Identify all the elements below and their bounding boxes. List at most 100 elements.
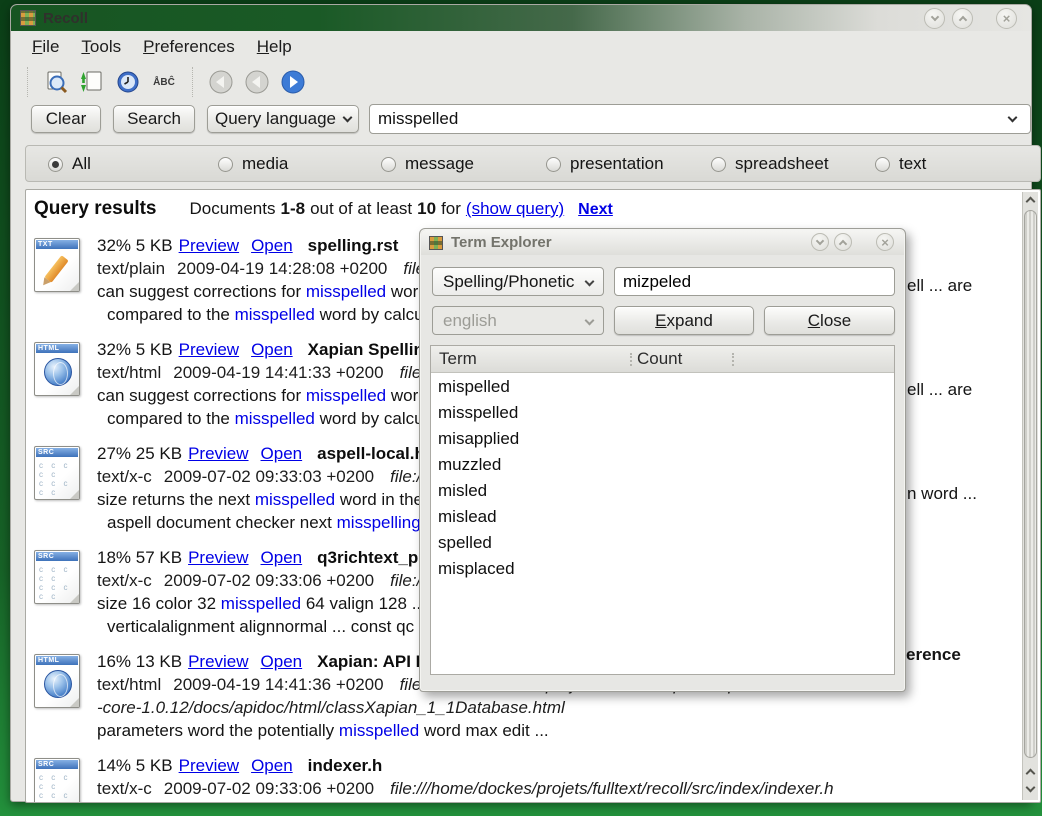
docs-range: 1-8	[280, 199, 305, 219]
result-mime: text/x-c	[97, 467, 152, 486]
next-page-link[interactable]: Next	[578, 201, 613, 219]
scroll-down-icon[interactable]	[1026, 783, 1036, 793]
history-clock-icon[interactable]	[114, 69, 142, 95]
column-divider[interactable]	[732, 353, 734, 366]
minimize-button[interactable]	[924, 8, 945, 29]
search-input[interactable]	[370, 106, 990, 132]
previous-page-button[interactable]	[243, 69, 271, 95]
open-link[interactable]: Open	[251, 236, 293, 255]
search-button[interactable]: Search	[113, 105, 195, 133]
doc-type-band: HTML	[36, 344, 78, 353]
next-page-button[interactable]	[279, 69, 307, 95]
radio-presentation[interactable]	[546, 157, 561, 172]
radio-message[interactable]	[381, 157, 396, 172]
scroll-up-icon[interactable]	[1026, 769, 1036, 779]
show-query-link[interactable]: (show query)	[466, 199, 564, 219]
preview-link[interactable]: Preview	[179, 340, 239, 359]
vertical-scrollbar[interactable]	[1022, 192, 1038, 800]
docs-middle-label: out of at least	[310, 199, 412, 219]
scroll-up-icon[interactable]	[1026, 197, 1036, 207]
term-row[interactable]: spelled	[431, 530, 894, 556]
menu-help[interactable]: Help	[246, 35, 303, 59]
expand-button[interactable]: Expand	[614, 306, 754, 335]
radio-media[interactable]	[218, 157, 233, 172]
document-preview-icon[interactable]	[42, 69, 70, 95]
filter-message[interactable]: message	[381, 154, 474, 174]
result-title: aspell-local.h	[317, 444, 425, 463]
preview-link[interactable]: Preview	[179, 756, 239, 775]
menu-tools[interactable]: Tools	[70, 35, 132, 59]
open-link[interactable]: Open	[251, 756, 293, 775]
term-row[interactable]: mispelled	[431, 374, 894, 400]
folded-corner	[69, 593, 80, 604]
filter-media[interactable]: media	[218, 154, 288, 174]
term-row[interactable]: muzzled	[431, 452, 894, 478]
chevron-down-icon	[930, 13, 938, 21]
result-mime: text/html	[97, 675, 161, 694]
filter-all[interactable]: All	[48, 154, 91, 174]
menu-file[interactable]: File	[21, 35, 70, 59]
first-page-button[interactable]	[207, 69, 235, 95]
result-url-continued: -core-1.0.12/docs/apidoc/html/classXapia…	[97, 698, 565, 721]
open-link[interactable]: Open	[261, 548, 303, 567]
preview-link[interactable]: Preview	[188, 652, 248, 671]
term-row[interactable]: misled	[431, 478, 894, 504]
close-button[interactable]: ×	[996, 8, 1017, 29]
update-index-icon[interactable]	[78, 69, 106, 95]
term-row[interactable]: misplaced	[431, 556, 894, 582]
term-row[interactable]: mislead	[431, 504, 894, 530]
preview-link[interactable]: Preview	[179, 236, 239, 255]
dialog-minimize-button[interactable]	[811, 233, 829, 251]
clipped-text-fragment: n word ...	[907, 484, 977, 504]
term-row[interactable]: misapplied	[431, 426, 894, 452]
preview-link[interactable]: Preview	[188, 548, 248, 567]
open-link[interactable]: Open	[261, 652, 303, 671]
filter-label: spreadsheet	[735, 154, 829, 174]
radio-spreadsheet[interactable]	[711, 157, 726, 172]
clear-button[interactable]: Clear	[31, 105, 101, 133]
preview-link[interactable]: Preview	[188, 444, 248, 463]
snippet-text: aspell document checker next	[107, 513, 337, 532]
count-column-header[interactable]: Count	[637, 349, 682, 369]
open-link[interactable]: Open	[251, 340, 293, 359]
term-table-rows: mispelledmisspelledmisappliedmuzzledmisl…	[431, 374, 894, 582]
close-dialog-button[interactable]: Close	[764, 306, 895, 335]
maximize-button[interactable]	[952, 8, 973, 29]
filter-spreadsheet[interactable]: spreadsheet	[711, 154, 829, 174]
dialog-title: Term Explorer	[451, 234, 552, 251]
folded-corner	[69, 801, 80, 803]
doc-type-band: HTML	[36, 656, 78, 665]
main-titlebar[interactable]: Recoll ×	[11, 5, 1031, 31]
filter-presentation[interactable]: presentation	[546, 154, 664, 174]
results-header: Query results Documents 1-8 out of at le…	[34, 198, 613, 220]
filter-text[interactable]: text	[875, 154, 926, 174]
radio-text[interactable]	[875, 157, 890, 172]
term-input-box[interactable]	[614, 267, 895, 296]
search-combobox[interactable]	[369, 104, 1031, 134]
term-table-header[interactable]: Term Count	[431, 346, 894, 373]
column-divider[interactable]	[630, 353, 632, 366]
menu-preferences[interactable]: Preferences	[132, 35, 246, 59]
query-language-dropdown[interactable]: Query language	[207, 105, 359, 133]
expansion-mode-dropdown[interactable]: Spelling/Phonetic	[432, 267, 604, 296]
recoll-app-icon	[20, 10, 36, 26]
dialog-close-button[interactable]: ×	[876, 233, 894, 251]
open-link[interactable]: Open	[261, 444, 303, 463]
scrollbar-thumb[interactable]	[1024, 210, 1037, 758]
highlighted-term: misspelled	[235, 409, 315, 428]
term-row[interactable]: misspelled	[431, 400, 894, 426]
term-input[interactable]	[615, 269, 880, 294]
result-title: spelling.rst	[308, 236, 399, 255]
spellcheck-abc-icon[interactable]: ÅBĈ	[150, 69, 178, 95]
highlighted-term: misspelled	[339, 721, 419, 740]
window-title: Recoll	[43, 10, 88, 27]
result-headline: 14% 5 KBPreviewOpenindexer.h	[97, 756, 382, 779]
filter-label: All	[72, 154, 91, 174]
doc-type-band: SRC	[36, 760, 78, 769]
dialog-titlebar[interactable]: Term Explorer ×	[421, 230, 904, 255]
chevron-up-icon	[839, 239, 847, 247]
snippet-text: compared to the	[107, 305, 235, 324]
dialog-maximize-button[interactable]	[834, 233, 852, 251]
radio-all[interactable]	[48, 157, 63, 172]
term-column-header[interactable]: Term	[439, 349, 477, 369]
